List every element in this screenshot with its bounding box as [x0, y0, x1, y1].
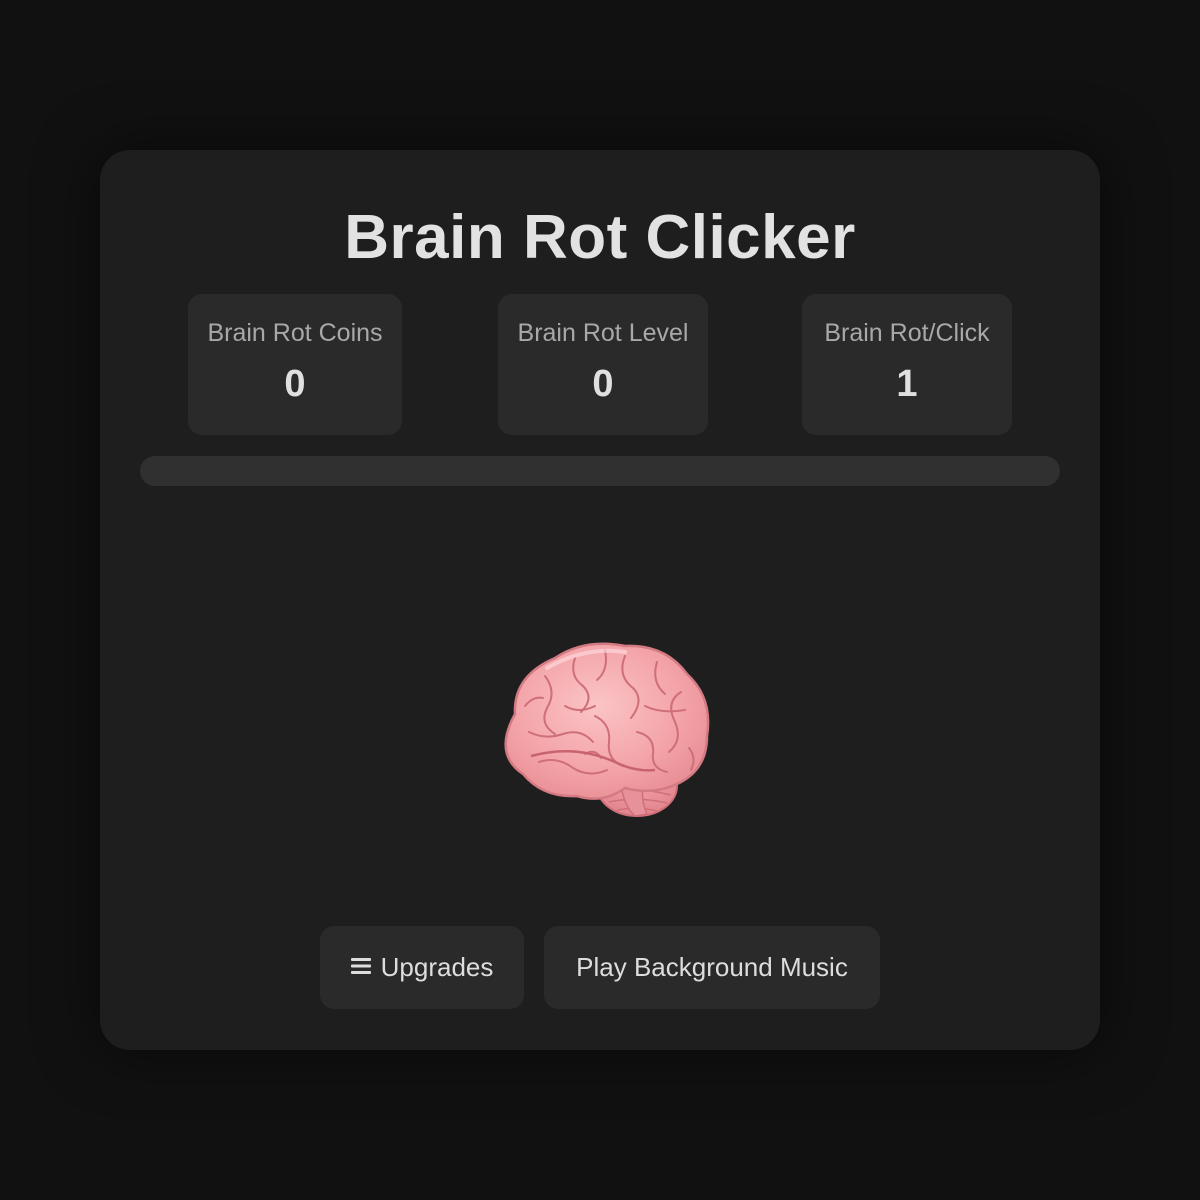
stat-card-level: Brain Rot Level 0 [498, 294, 708, 435]
stat-card-per-click: Brain Rot/Click 1 [802, 294, 1012, 435]
stat-value-per-click: 1 [896, 363, 918, 405]
stat-label-per-click: Brain Rot/Click [824, 319, 990, 347]
menu-icon [350, 958, 371, 975]
stat-label-level: Brain Rot Level [517, 319, 689, 347]
brain-icon [504, 642, 710, 817]
play-music-button[interactable]: Play Background Music [544, 926, 880, 1009]
stat-value-coins: 0 [284, 363, 306, 405]
upgrades-button-label: Upgrades [380, 952, 494, 982]
stat-card-coins: Brain Rot Coins 0 [188, 294, 402, 435]
stat-value-level: 0 [592, 363, 614, 405]
game-panel: Brain Rot Clicker Brain Rot Coins 0 Brai… [100, 150, 1100, 1050]
brain-click-target[interactable] [485, 636, 715, 826]
game-title: Brain Rot Clicker [344, 203, 856, 272]
level-progress-bar [140, 456, 1060, 486]
play-music-button-label: Play Background Music [576, 952, 848, 982]
stat-label-coins: Brain Rot Coins [207, 319, 383, 347]
upgrades-button[interactable]: Upgrades [320, 926, 524, 1009]
